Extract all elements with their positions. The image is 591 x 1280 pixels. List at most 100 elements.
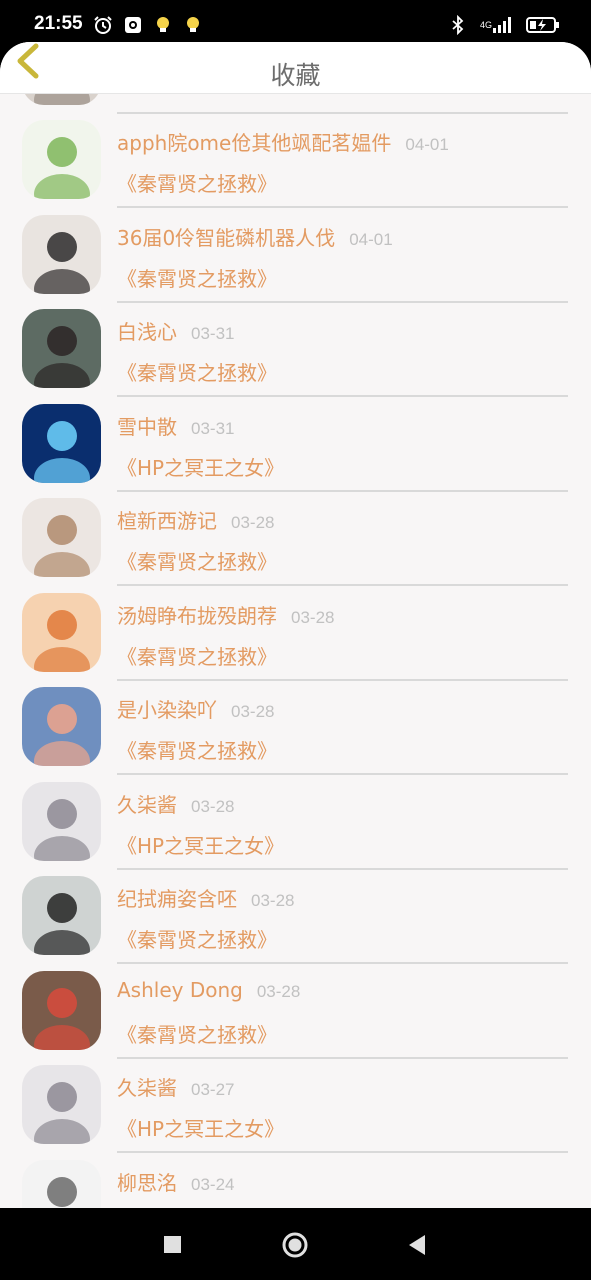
alarm-clock-icon [92, 14, 114, 36]
book-title-link[interactable]: 《HP之冥王之女》 [117, 830, 284, 859]
status-system-icons: 4G [447, 14, 561, 36]
list-item[interactable]: 36届0伶智能磷机器人伐 04-01 《秦霄贤之拯救》 [0, 213, 591, 307]
book-title-link[interactable]: 《秦霄贤之拯救》 [117, 263, 277, 292]
avatar[interactable] [22, 120, 101, 199]
favorites-screen: apph院ome伧其他飒配茗媪件 04-01 《秦霄贤之拯救》 36届0伶智能磷机器人… [0, 42, 591, 1208]
favorite-date: 03-28 [291, 607, 335, 627]
row-divider [117, 773, 568, 775]
bulb-notification-icon [152, 14, 174, 36]
user-name: 久柒酱 03-27 [117, 1072, 234, 1101]
user-name-text: 楦新西游记 [117, 509, 217, 533]
row-divider [117, 206, 568, 208]
book-title-link[interactable]: 《HP之冥王之女》 [117, 1113, 284, 1142]
user-name: 纪拭痈姿含呸 03-28 [117, 883, 294, 912]
page-title: 收藏 [270, 61, 321, 90]
list-item[interactable]: Ashley Dong 03-28 《秦霄贤之拯救》 [0, 969, 591, 1063]
home-button[interactable] [280, 1230, 310, 1260]
user-name-text: 久柒酱 [117, 792, 177, 817]
user-name: 是小染染吖 03-28 [117, 694, 274, 723]
favorite-date: 04-01 [405, 135, 449, 154]
book-title-link[interactable]: 《秦霄贤之拯救》 [117, 546, 277, 575]
list-item[interactable]: 雪中散 03-31 《HP之冥王之女》 [0, 402, 591, 496]
avatar[interactable] [22, 592, 101, 672]
book-title-link[interactable]: 《秦霄贤之拯救》 [117, 1019, 277, 1048]
avatar[interactable] [22, 498, 101, 577]
recents-button[interactable] [158, 1230, 188, 1260]
user-name: 雪中散 03-31 [117, 411, 234, 440]
status-time: 21:55 [34, 13, 83, 34]
avatar[interactable] [22, 214, 101, 294]
user-name: 柳思洺 03-24 [117, 1167, 234, 1196]
book-title-link[interactable]: 《秦霄贤之拯救》 [117, 357, 277, 386]
network-type-label: 4G [479, 19, 492, 30]
book-title-link[interactable]: 《秦霄贤之拯救》 [117, 735, 277, 764]
avatar[interactable] [22, 1065, 101, 1144]
user-name: apph院ome伧其他飒配茗媪件 04-01 [117, 127, 449, 156]
row-divider [117, 111, 568, 114]
favorite-date: 03-24 [191, 1174, 235, 1194]
row-divider [117, 678, 568, 681]
user-name-text: 是小染染吖 [117, 698, 217, 722]
list-item[interactable]: 久柒酱 03-27 《HP之冥王之女》 [0, 1063, 591, 1157]
status-notification-icons [92, 14, 204, 36]
list-item[interactable]: 汤姆睁布拢殁朗荐 03-28 《秦霄贤之拯救》 [0, 591, 591, 685]
favorite-date: 03-28 [231, 513, 275, 532]
user-name-text: Ashley Dong [117, 977, 243, 1002]
user-name-text: 纪拭痈姿含呸 [117, 887, 237, 911]
favorite-date: 03-27 [191, 1080, 235, 1099]
favorite-date: 03-28 [191, 796, 235, 816]
avatar[interactable] [22, 309, 101, 388]
list-item[interactable]: 楦新西游记 03-28 《秦霄贤之拯救》 [0, 496, 591, 590]
user-name: Ashley Dong 03-28 [117, 978, 300, 1002]
row-divider [117, 962, 568, 964]
bulb-notification-icon [182, 14, 204, 36]
user-name: 36届0伶智能磷机器人伐 04-01 [117, 222, 393, 251]
favorite-date: 03-28 [251, 891, 295, 910]
list-item[interactable]: 久柒酱 03-28 《HP之冥王之女》 [0, 780, 591, 874]
user-name-text: 白浅心 [117, 320, 177, 344]
book-title-link[interactable]: 《秦霄贤之拯救》 [117, 924, 277, 953]
row-divider [117, 300, 568, 303]
favorite-date: 03-31 [191, 324, 235, 343]
recents-square-icon [164, 1236, 181, 1253]
back-nav-button[interactable] [402, 1230, 432, 1260]
book-title-link[interactable]: 《HP之冥王之女》 [117, 452, 284, 481]
row-divider [117, 867, 568, 870]
user-name-text: 柳思洺 [117, 1170, 177, 1195]
user-name: 汤姆睁布拢殁朗荐 03-28 [117, 600, 334, 629]
back-triangle-icon [409, 1235, 425, 1255]
user-name: 楦新西游记 03-28 [117, 505, 274, 534]
home-circle-icon [282, 1232, 308, 1258]
avatar[interactable] [22, 781, 101, 861]
favorite-date: 04-01 [349, 229, 393, 249]
list-item[interactable]: 白浅心 03-31 《秦霄贤之拯救》 [0, 307, 591, 401]
book-title-link[interactable]: 《秦霄贤之拯救》 [117, 641, 277, 670]
row-divider [117, 1056, 568, 1059]
signal-4g-icon: 4G [479, 14, 515, 36]
book-title-link[interactable]: 《秦霄贤之拯救》 [117, 168, 277, 197]
favorite-date: 03-31 [191, 418, 235, 438]
avatar[interactable] [22, 403, 101, 483]
favorite-date: 03-28 [256, 981, 301, 1001]
list-item[interactable]: 是小染染吖 03-28 《秦霄贤之拯救》 [0, 685, 591, 779]
avatar[interactable] [22, 970, 101, 1050]
user-name-text: 雪中散 [117, 414, 177, 439]
list-item[interactable]: 柳思洺 03-24 [0, 1158, 591, 1208]
user-name-text: 久柒酱 [117, 1076, 177, 1100]
avatar[interactable] [22, 1159, 101, 1208]
app-header: 收藏 [0, 42, 591, 94]
row-divider [117, 584, 568, 586]
user-name-text: 汤姆睁布拢殁朗荐 [117, 603, 277, 628]
row-divider [117, 1151, 568, 1153]
avatar[interactable] [22, 687, 101, 766]
user-name-text: 36届0伶智能磷机器人伐 [117, 225, 336, 250]
user-name: 白浅心 03-31 [117, 316, 234, 345]
camera-app-icon [122, 14, 144, 36]
user-name: 久柒酱 03-28 [117, 789, 234, 818]
list-item[interactable]: apph院ome伧其他飒配茗媪件 04-01 《秦霄贤之拯救》 [0, 118, 591, 212]
row-divider [117, 489, 568, 492]
user-name-text: apph院ome伧其他飒配茗媪件 [117, 131, 392, 155]
avatar[interactable] [22, 876, 101, 955]
favorite-date: 03-28 [231, 702, 275, 721]
list-item[interactable]: 纪拭痈姿含呸 03-28 《秦霄贤之拯救》 [0, 874, 591, 968]
